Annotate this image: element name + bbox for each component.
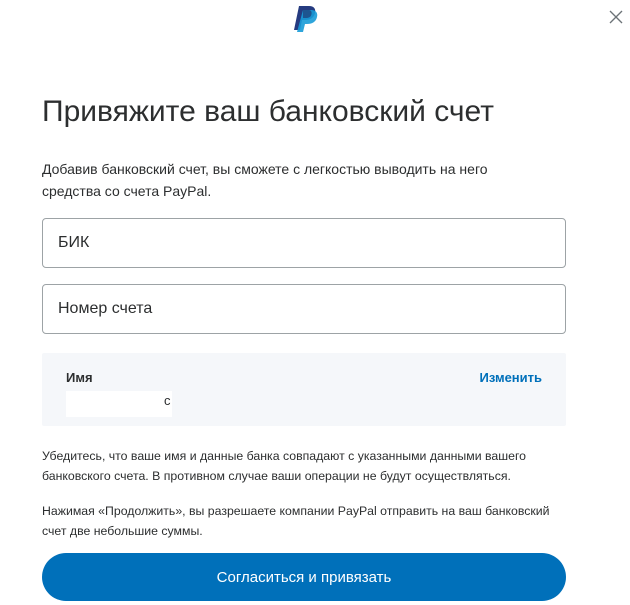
match-warning-text: Убедитесь, что ваше имя и данные банка с… <box>42 449 526 483</box>
close-icon[interactable] <box>607 8 625 26</box>
bik-input[interactable] <box>43 219 565 267</box>
paypal-logo <box>294 6 318 32</box>
consent-text: Нажимая «Продолжить», вы разрешаете комп… <box>42 504 550 538</box>
change-name-link[interactable]: Изменить <box>479 370 542 385</box>
name-label: Имя <box>66 370 93 385</box>
account-number-input[interactable] <box>43 285 565 333</box>
bik-field[interactable] <box>42 218 566 268</box>
name-value-redacted <box>66 391 172 417</box>
link-bank-dialog: Привяжите ваш банковский счет Добавив ба… <box>0 0 630 605</box>
page-title: Привяжите ваш банковский счет <box>42 95 494 128</box>
name-value-tail: с <box>164 393 171 408</box>
name-section: Имя Изменить с <box>42 353 566 426</box>
description-text: Добавив банковский счет, вы сможете с ле… <box>42 161 488 199</box>
agree-and-link-button[interactable]: Согласиться и привязать <box>42 553 566 601</box>
account-number-field[interactable] <box>42 284 566 334</box>
